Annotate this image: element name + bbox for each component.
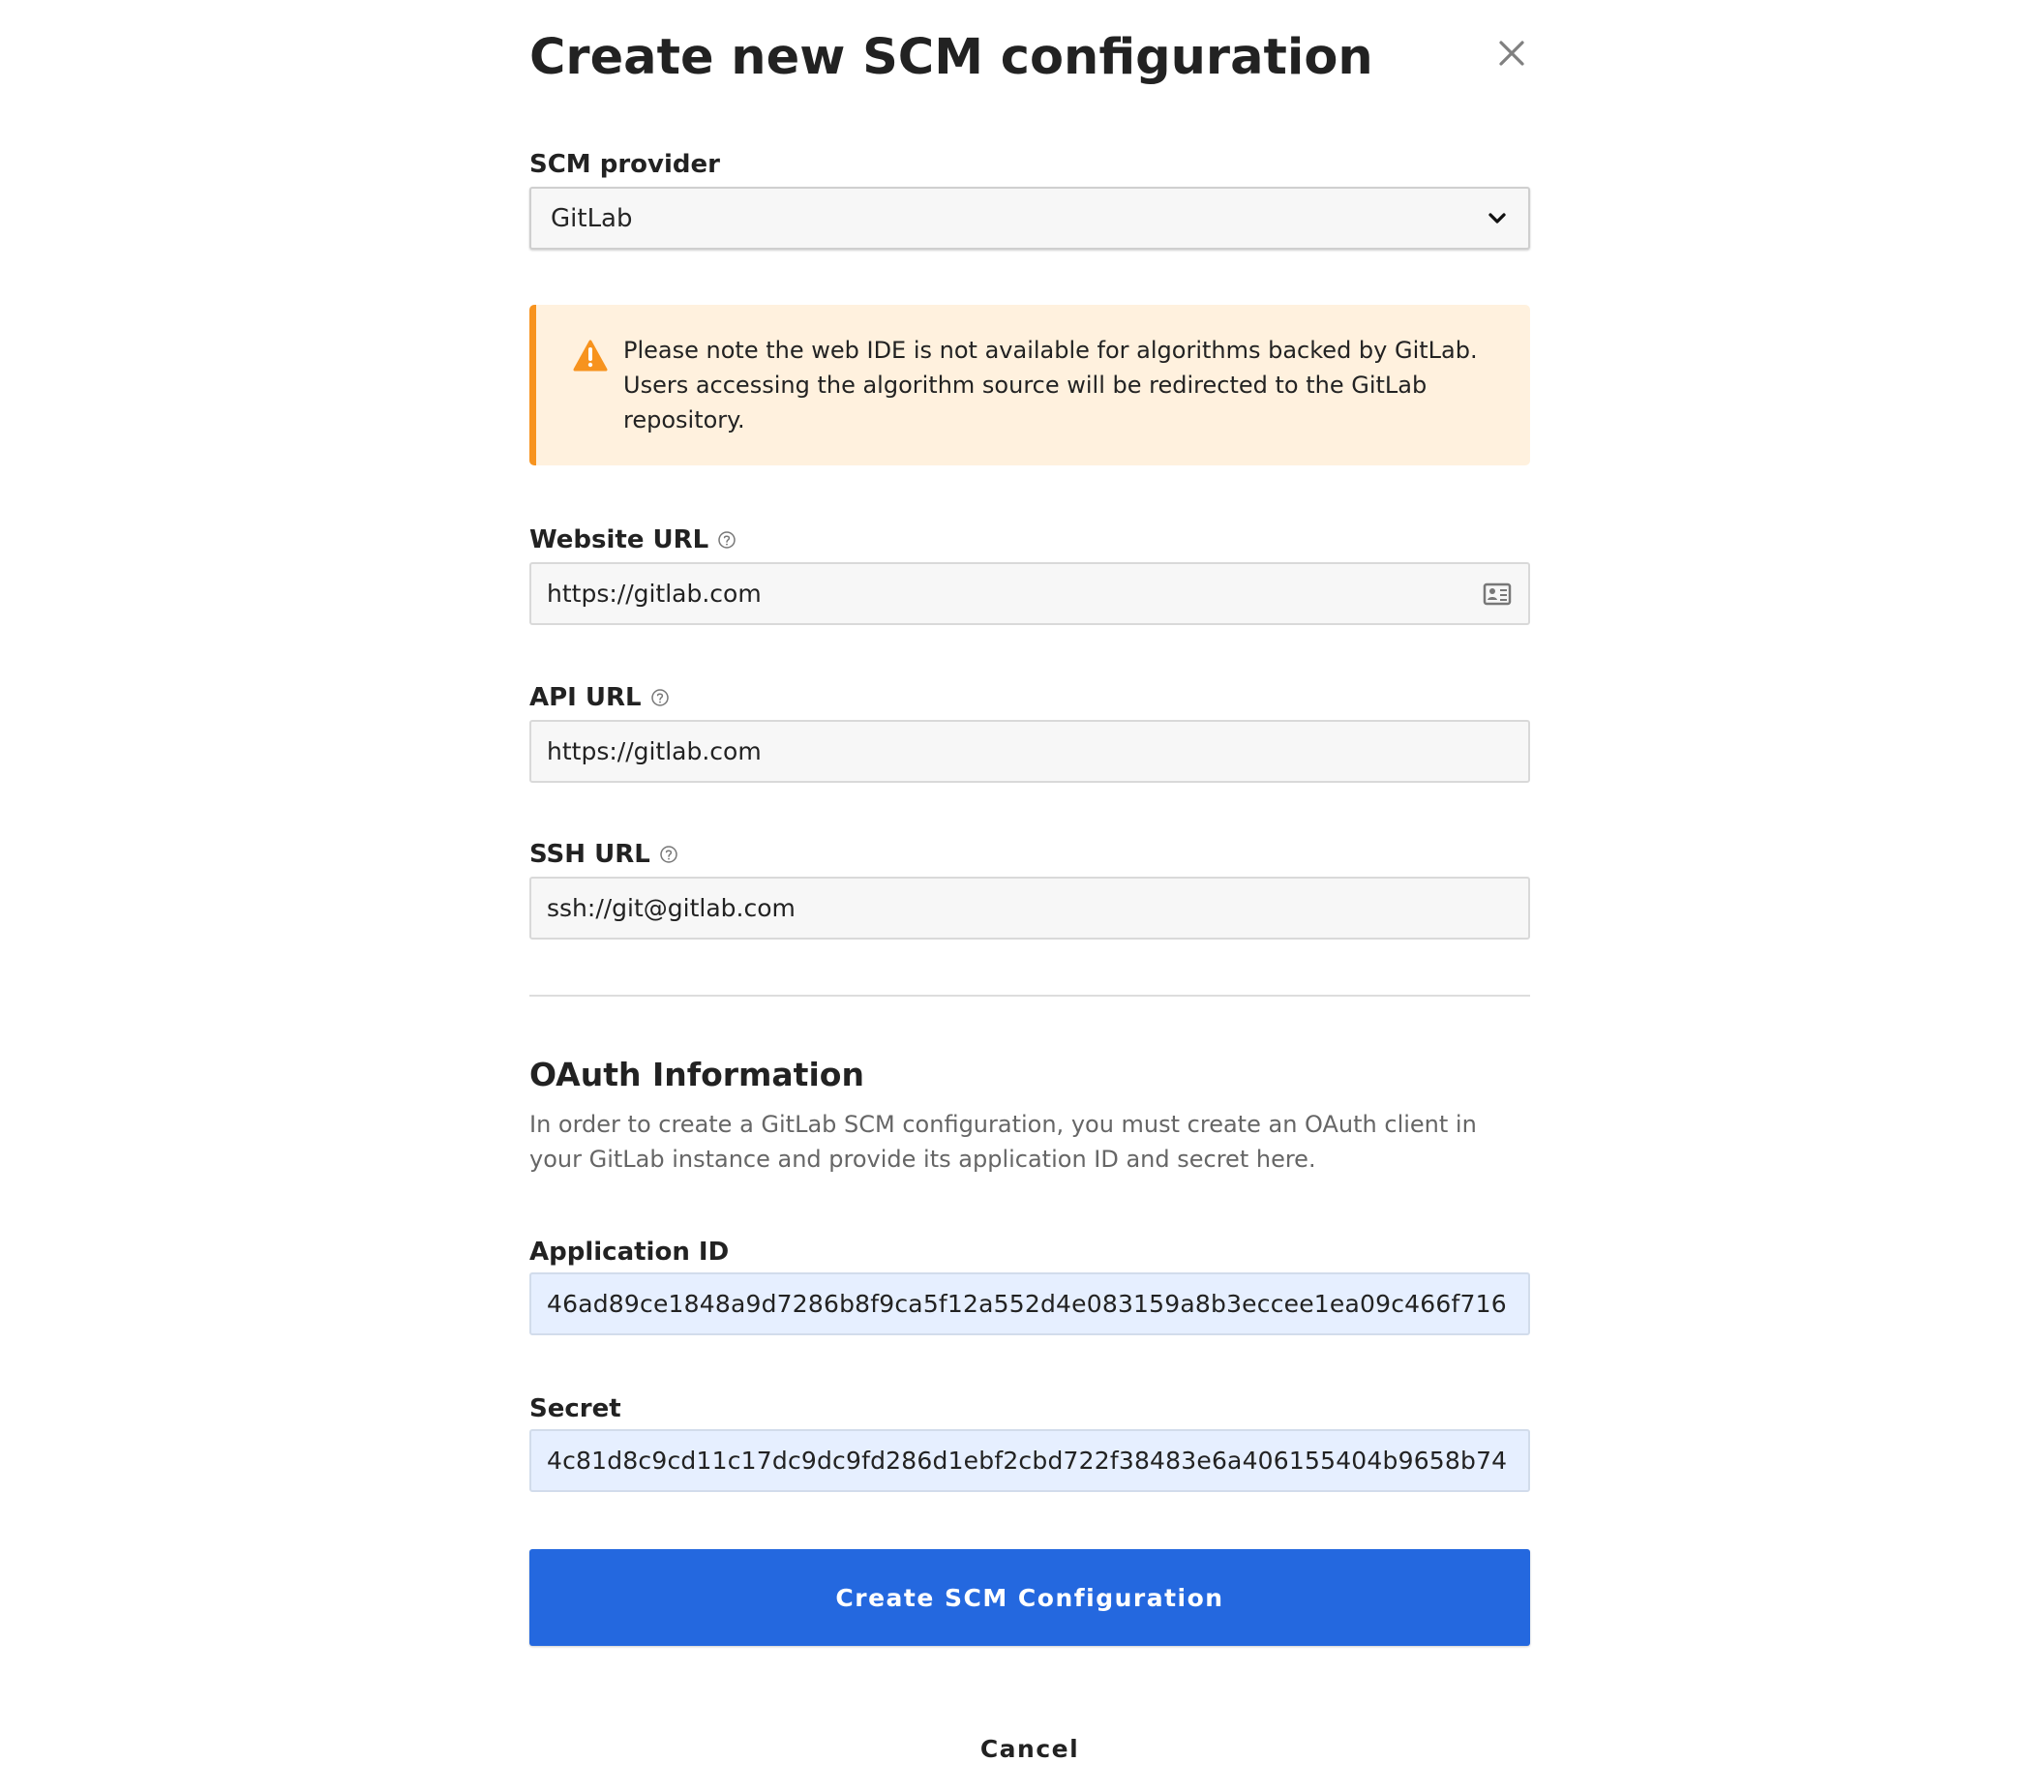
application-id-value: 46ad89ce1848a9d7286b8f9ca5f12a552d4e0831… [547, 1290, 1507, 1318]
cancel-button[interactable]: Cancel [529, 1728, 1530, 1769]
close-icon [1499, 41, 1524, 66]
create-scm-configuration-button[interactable]: Create SCM Configuration [529, 1549, 1530, 1646]
help-circle-icon[interactable] [650, 688, 670, 707]
contact-card-icon [1482, 581, 1513, 608]
website-url-label: Website URL [529, 523, 736, 556]
api-url-value: https://gitlab.com [547, 737, 762, 765]
scm-provider-label: SCM provider [529, 148, 720, 181]
secret-input[interactable]: 4c81d8c9cd11c17dc9dc9fd286d1ebf2cbd722f3… [529, 1429, 1530, 1492]
close-button[interactable] [1489, 31, 1534, 75]
help-circle-icon[interactable] [659, 845, 678, 864]
dialog-title: Create new SCM configuration [529, 29, 1373, 86]
application-id-label: Application ID [529, 1236, 729, 1269]
warning-icon [573, 340, 608, 372]
website-url-value: https://gitlab.com [547, 580, 762, 608]
application-id-label-text: Application ID [529, 1238, 730, 1267]
api-url-input[interactable]: https://gitlab.com [529, 720, 1530, 783]
ssh-url-input[interactable]: ssh://git@gitlab.com [529, 877, 1530, 940]
oauth-section-title: OAuth Information [529, 1056, 864, 1093]
scm-provider-selected-value: GitLab [551, 203, 633, 233]
scm-configuration-page: Create new SCM configuration SCM provide… [0, 0, 2044, 1792]
application-id-input[interactable]: 46ad89ce1848a9d7286b8f9ca5f12a552d4e0831… [529, 1272, 1530, 1335]
website-url-input[interactable]: https://gitlab.com [529, 562, 1530, 625]
website-url-label-text: Website URL [529, 525, 709, 554]
gitlab-web-ide-warning: Please note the web IDE is not available… [529, 305, 1530, 465]
secret-label-text: Secret [529, 1394, 621, 1423]
warning-message: Please note the web IDE is not available… [623, 337, 1478, 433]
chevron-down-icon [1486, 207, 1509, 230]
ssh-url-value: ssh://git@gitlab.com [547, 894, 796, 922]
oauth-section-description: In order to create a GitLab SCM configur… [529, 1111, 1477, 1173]
scm-provider-select[interactable]: GitLab [529, 187, 1530, 250]
api-url-label-text: API URL [529, 683, 642, 712]
scm-provider-label-text: SCM provider [529, 150, 720, 179]
ssh-url-label-text: SSH URL [529, 840, 650, 869]
section-divider [529, 995, 1530, 997]
api-url-label: API URL [529, 681, 670, 714]
secret-value: 4c81d8c9cd11c17dc9dc9fd286d1ebf2cbd722f3… [547, 1447, 1508, 1475]
ssh-url-label: SSH URL [529, 838, 678, 871]
help-circle-icon[interactable] [717, 530, 736, 550]
secret-label: Secret [529, 1392, 621, 1425]
